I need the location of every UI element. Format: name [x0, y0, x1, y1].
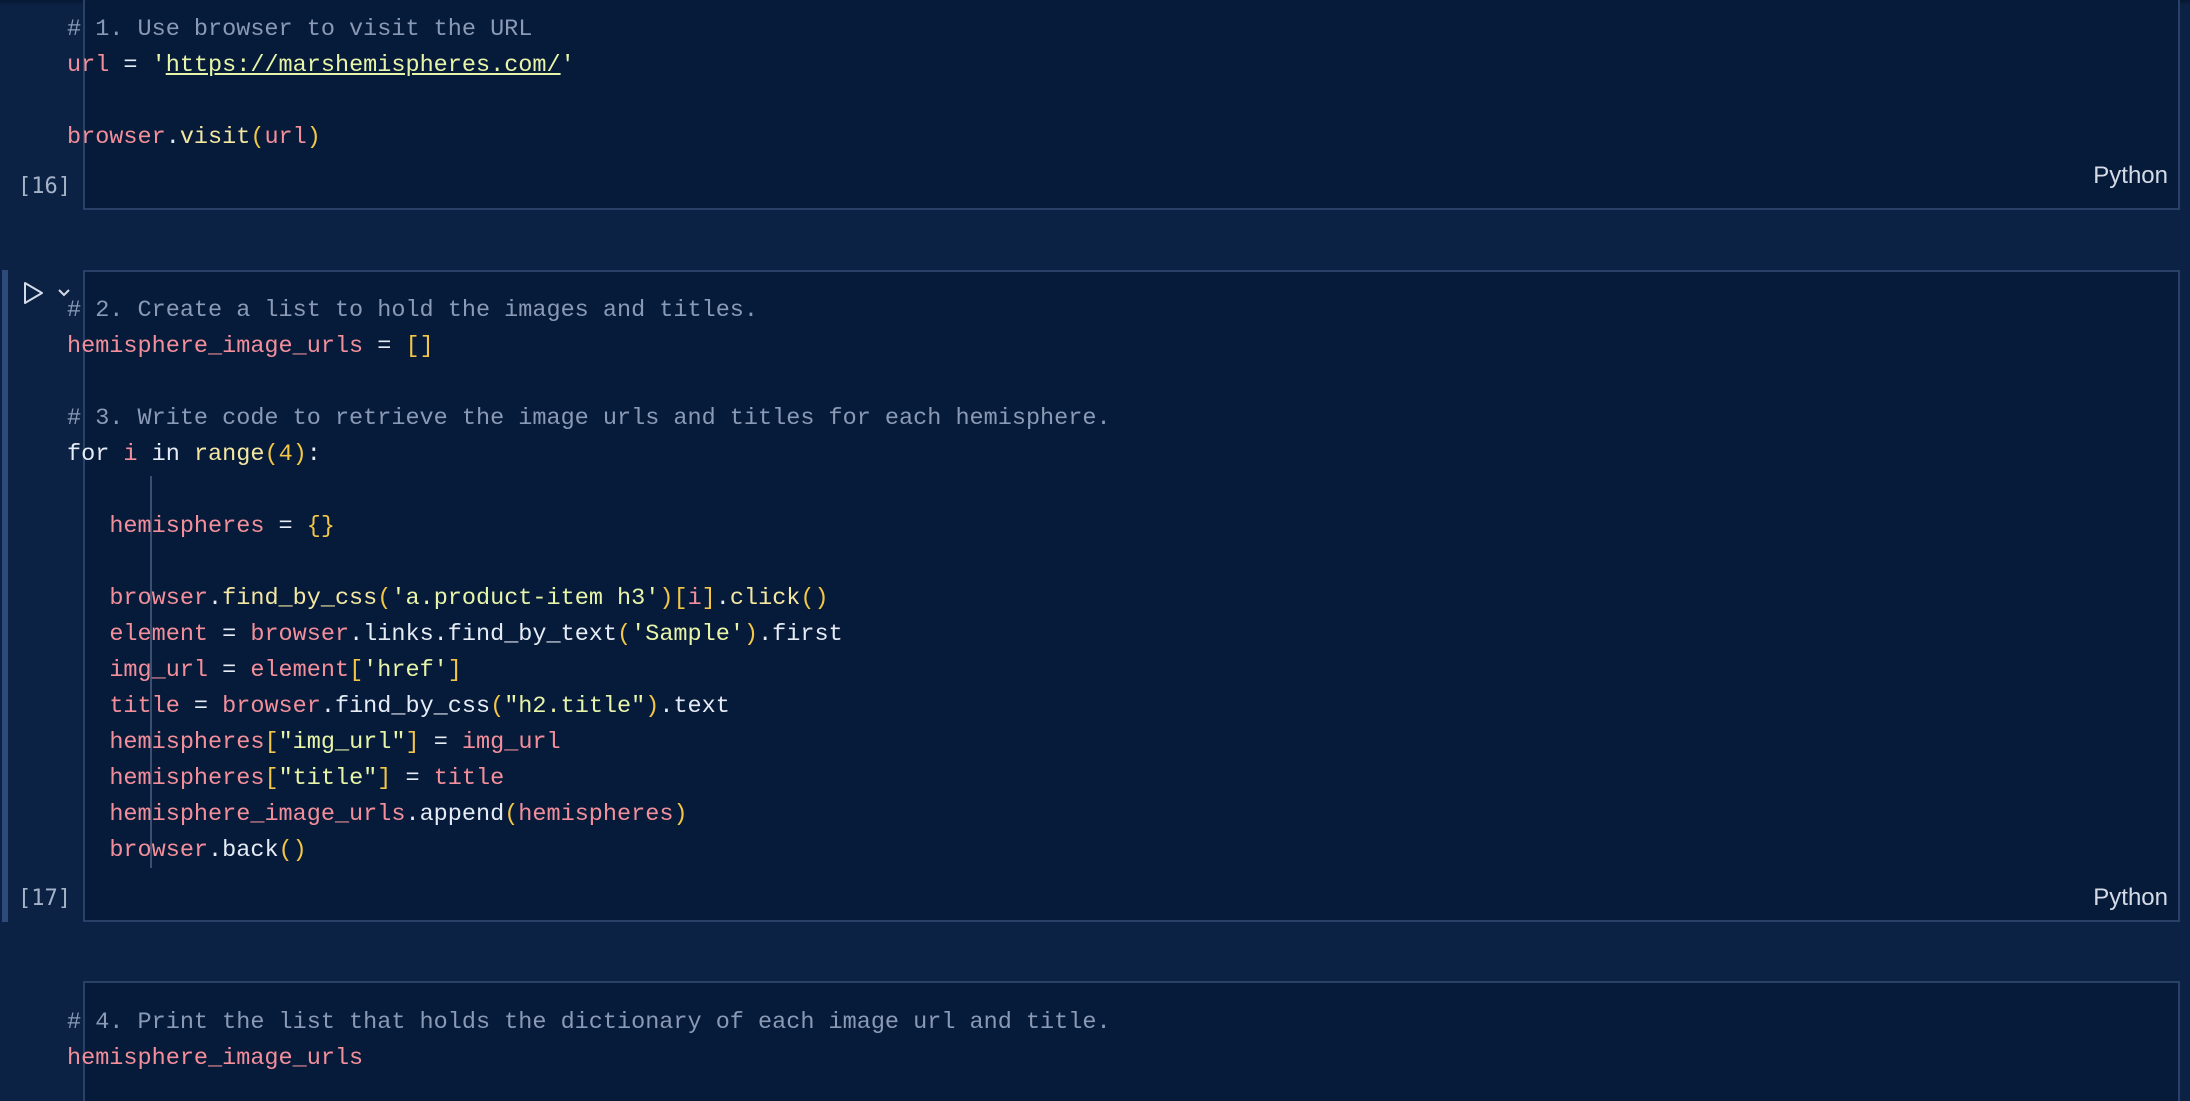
code-line: for i in range(4):: [67, 441, 321, 468]
code-line: # 4. Print the list that holds the dicti…: [67, 1009, 1111, 1036]
cell-language-label[interactable]: Python: [2093, 884, 2168, 912]
code-line: hemisphere_image_urls.append(hemispheres…: [109, 801, 688, 828]
code-line: browser.find_by_css('a.product-item h3')…: [109, 585, 829, 612]
cell-focus-indicator: [2, 270, 8, 922]
code-line: browser.visit(url): [67, 124, 321, 151]
code-line: # 1. Use browser to visit the URL: [67, 16, 533, 43]
code-line: # 3. Write code to retrieve the image ur…: [67, 405, 1111, 432]
cell-language-label[interactable]: Python: [2093, 162, 2168, 190]
url-link[interactable]: https://marshemispheres.com/: [166, 52, 561, 79]
code-line: hemisphere_image_urls: [67, 1045, 364, 1072]
execution-count: [17]: [18, 886, 71, 911]
cell-next-source[interactable]: # 4. Print the list that holds the dicti…: [67, 1005, 1111, 1077]
code-line: hemispheres["img_url"] = img_url: [109, 729, 561, 756]
code-line: element = browser.links.find_by_text('Sa…: [109, 621, 843, 648]
execution-count: [16]: [18, 174, 71, 199]
code-line: title = browser.find_by_css("h2.title").…: [109, 693, 730, 720]
play-icon[interactable]: [20, 280, 46, 306]
code-line: hemispheres = {}: [109, 513, 335, 540]
cell-16-source[interactable]: # 1. Use browser to visit the URL url = '…: [67, 12, 575, 156]
code-line: browser.back(): [109, 837, 307, 864]
code-line: url = 'https://marshemispheres.com/': [67, 52, 575, 79]
cell-17-source[interactable]: # 2. Create a list to hold the images an…: [67, 293, 1111, 869]
code-line: hemisphere_image_urls = []: [67, 333, 434, 360]
code-line: # 2. Create a list to hold the images an…: [67, 297, 759, 324]
code-line: img_url = element['href']: [109, 657, 462, 684]
code-line: hemispheres["title"] = title: [109, 765, 505, 792]
